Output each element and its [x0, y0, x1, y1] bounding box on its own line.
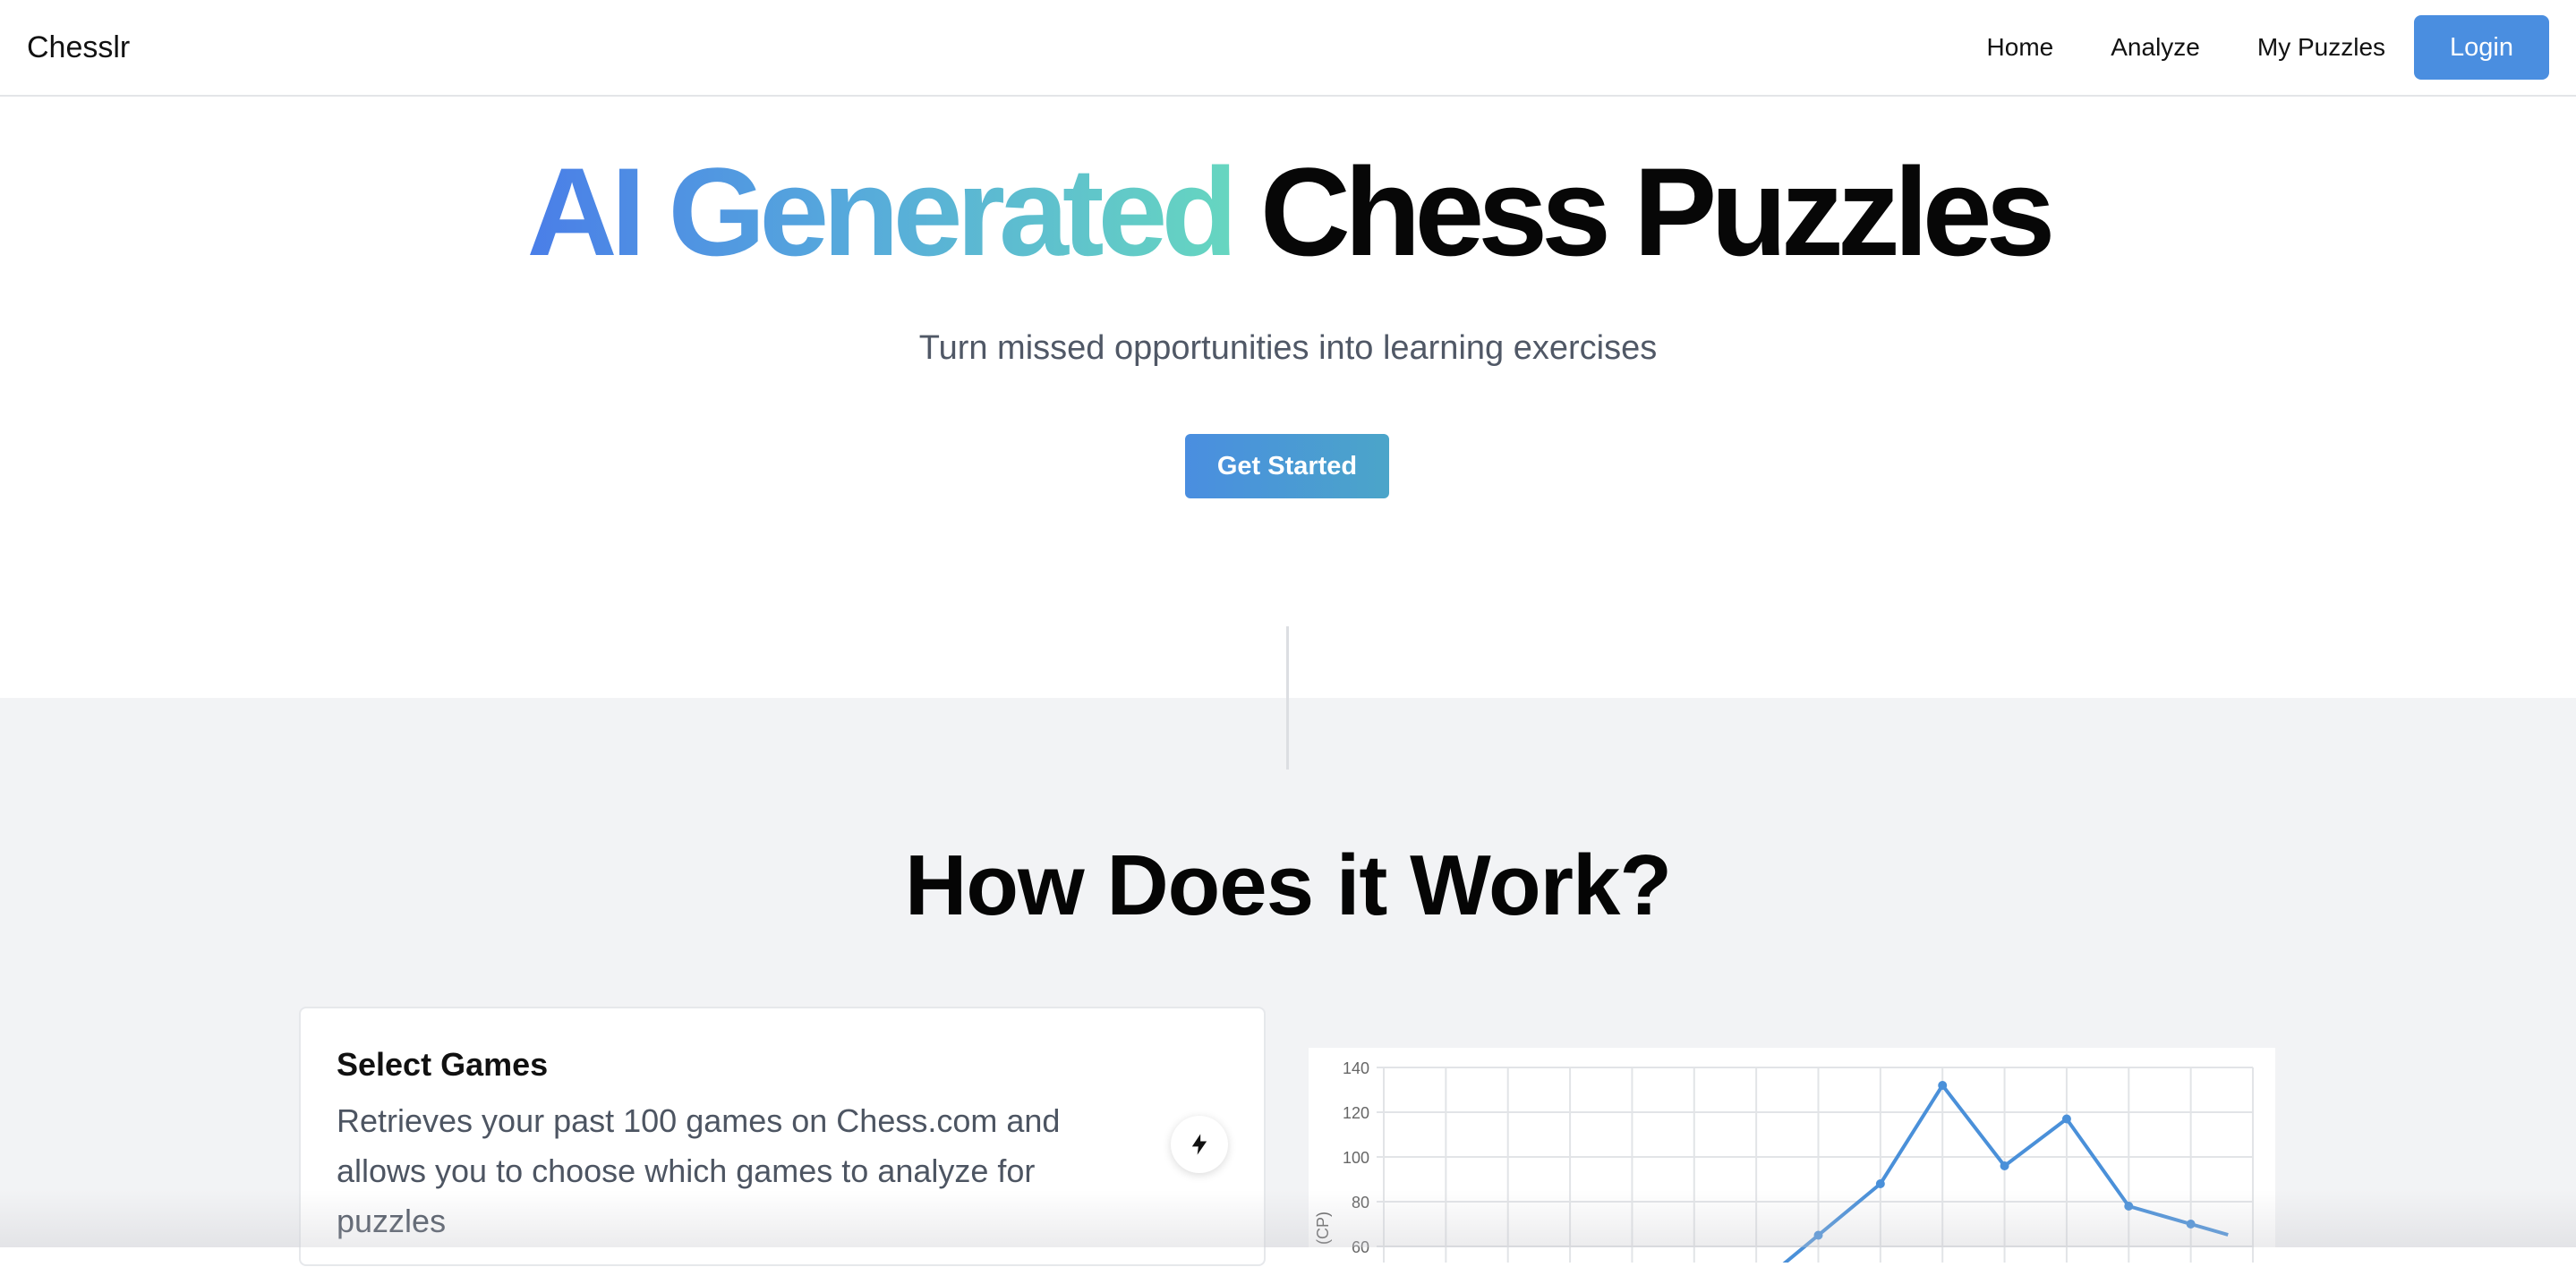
hero-title: AI Generated Chess Puzzles: [0, 136, 2576, 288]
get-started-button[interactable]: Get Started: [1185, 434, 1389, 498]
data-point[interactable]: [2186, 1220, 2196, 1229]
y-tick-label: 60: [1352, 1238, 1369, 1256]
card-title: Select Games: [337, 1046, 549, 1083]
evaluation-chart-svg: 60 80 100 120 140 (CP): [1314, 1059, 2254, 1267]
y-tick-label: 140: [1343, 1059, 1369, 1077]
lightning-icon-svg: [1191, 1134, 1207, 1155]
navbar: Chesslr Home Analyze My Puzzles Login: [0, 0, 2576, 97]
data-point[interactable]: [2124, 1202, 2134, 1211]
hero-title-dark: Chess Puzzles: [1259, 141, 2056, 282]
evaluation-chart: 60 80 100 120 140 (CP): [1309, 1048, 2275, 1267]
lightning-icon[interactable]: [1171, 1116, 1228, 1173]
y-axis-label: (CP): [1314, 1212, 1332, 1245]
nav-home-link[interactable]: Home: [1987, 33, 2054, 62]
data-point[interactable]: [1938, 1081, 1948, 1090]
hero-title-gradient: AI Generated: [526, 141, 1238, 282]
how-it-works-title: How Does it Work?: [905, 838, 1672, 933]
section-divider: [1286, 626, 1289, 770]
y-tick-label: 100: [1343, 1149, 1369, 1167]
data-point[interactable]: [2000, 1161, 2009, 1170]
card-description: Retrieves your past 100 games on Chess.c…: [337, 1102, 1061, 1239]
data-point[interactable]: [1875, 1179, 1885, 1188]
nav-links: Home Analyze My Puzzles Login: [1930, 15, 2549, 80]
brand-logo[interactable]: Chesslr: [27, 30, 130, 65]
select-games-card: Select Games Retrieves your past 100 gam…: [299, 1007, 1266, 1266]
data-point[interactable]: [2061, 1114, 2071, 1124]
nav-my-puzzles-link[interactable]: My Puzzles: [2257, 33, 2385, 62]
y-tick-label: 120: [1343, 1104, 1369, 1122]
data-point[interactable]: [1813, 1230, 1823, 1240]
hero-subtitle: Turn missed opportunities into learning …: [918, 329, 1658, 367]
login-button[interactable]: Login: [2414, 15, 2549, 80]
hero-section: AI Generated Chess Puzzles Turn missed o…: [0, 98, 2576, 698]
nav-analyze-link[interactable]: Analyze: [2111, 33, 2200, 62]
y-tick-label: 80: [1352, 1194, 1369, 1212]
